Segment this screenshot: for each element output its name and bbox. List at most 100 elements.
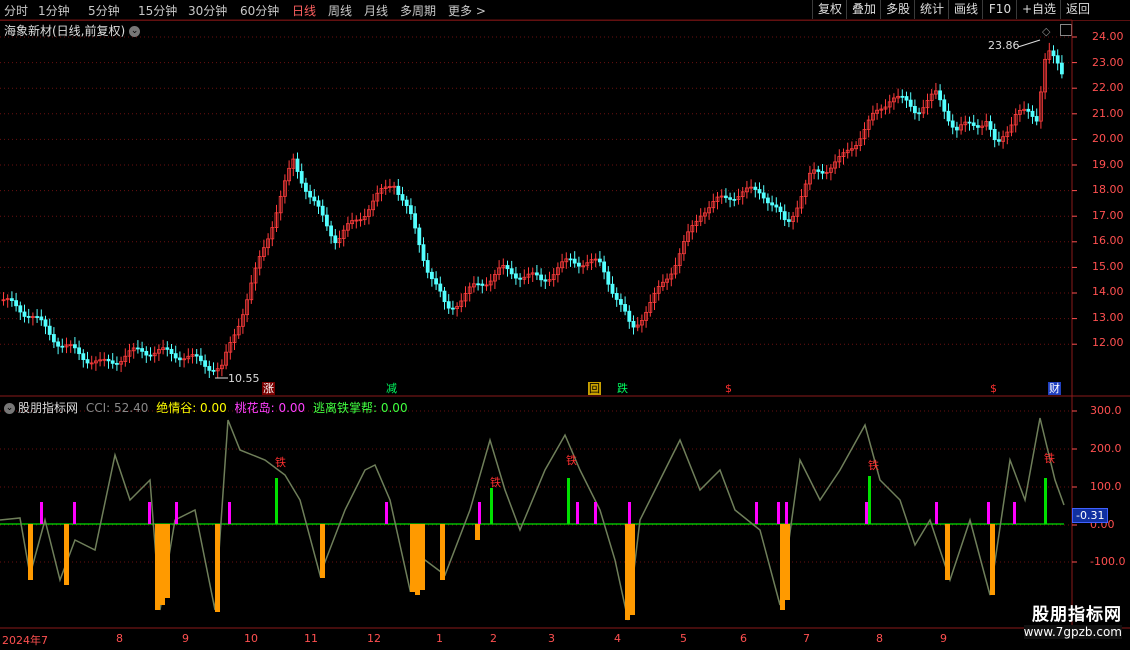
time-tick: 2: [490, 632, 497, 645]
time-tick: 2024年7: [2, 634, 48, 647]
iron-marker: 铁: [566, 454, 577, 467]
taohuadao-bar: [628, 502, 631, 524]
candle-body: [946, 110, 951, 122]
candle-body: [177, 357, 182, 361]
negative-bar: [945, 524, 950, 580]
taohuadao-bar: [785, 502, 788, 524]
candle-body: [56, 341, 60, 347]
current-cci-badge: -0.31: [1072, 508, 1109, 523]
candle-body: [434, 278, 439, 285]
high-price-label: 23.86: [988, 39, 1020, 52]
signal-marker: 回: [588, 382, 601, 395]
candle-body: [1034, 116, 1039, 122]
candle-body: [753, 186, 758, 190]
candle-body: [950, 120, 955, 128]
indicator-tick: 300.0: [1090, 404, 1122, 417]
candle-body: [476, 283, 481, 286]
candle-body: [165, 347, 170, 350]
taoli-bar: [567, 478, 570, 524]
price-tick: 23.00: [1092, 56, 1124, 69]
indicator-name[interactable]: 股朋指标网: [18, 401, 78, 415]
candle-body: [85, 359, 90, 364]
taohuadao-bar: [987, 502, 990, 524]
candle-body: [324, 214, 329, 227]
candle-body: [518, 277, 522, 280]
candle-body: [169, 348, 174, 355]
signal-marker: 涨: [262, 382, 275, 395]
iron-marker: 铁: [1044, 452, 1055, 465]
taohuadao-bar: [594, 502, 597, 524]
candle-body: [535, 272, 539, 276]
taohuadao-bar: [755, 502, 758, 524]
candle-body: [207, 366, 212, 371]
time-tick: 6: [740, 632, 747, 645]
candle-body: [988, 121, 993, 130]
candle-body: [761, 192, 766, 199]
taoli-bar: [490, 488, 493, 524]
low-price-label: 10.55: [228, 372, 260, 385]
negative-bar: [440, 524, 445, 580]
candle-body: [480, 283, 485, 286]
negative-bar: [64, 524, 69, 585]
candle-body: [22, 311, 27, 317]
time-tick: 5: [680, 632, 687, 645]
candle-body: [631, 320, 636, 328]
negative-bar: [28, 524, 33, 580]
time-tick: 8: [876, 632, 883, 645]
candle-body: [572, 258, 577, 264]
negative-bar: [475, 524, 480, 540]
candle-body: [312, 196, 317, 202]
signal-marker: $: [990, 382, 997, 395]
negative-bar: [165, 524, 170, 598]
indicator-header: ⌄ 股朋指标网 CCI: 52.40 绝情谷: 0.00 桃花岛: 0.00 逃离…: [4, 399, 408, 416]
candle-body: [938, 90, 942, 101]
candle-body: [396, 185, 401, 195]
candle-body: [35, 316, 39, 318]
candle-body: [446, 301, 451, 309]
candle-body: [976, 125, 980, 128]
candle-body: [106, 358, 111, 362]
price-tick: 20.00: [1092, 132, 1124, 145]
candle-body: [766, 197, 770, 204]
price-tick: 21.00: [1092, 107, 1124, 120]
candle-body: [295, 158, 300, 172]
price-tick: 19.00: [1092, 158, 1124, 171]
candle-body: [602, 261, 606, 273]
candle-body: [971, 122, 976, 126]
chevron-down-icon[interactable]: ⌄: [4, 403, 15, 414]
candle-body: [614, 293, 619, 300]
candle-body: [908, 99, 913, 107]
taohuadao-bar: [1013, 502, 1016, 524]
candle-body: [778, 206, 783, 213]
candle-body: [211, 369, 216, 372]
time-tick: 1: [436, 632, 443, 645]
candle-body: [148, 354, 153, 357]
candle-body: [782, 211, 787, 221]
candle-body: [623, 304, 627, 312]
candle-body: [60, 345, 65, 348]
cci-value: CCI: 52.40: [85, 401, 149, 415]
candle-body: [404, 199, 409, 207]
signal-marker: 跌: [617, 382, 628, 395]
indicator-tick: 200.0: [1090, 442, 1122, 455]
candle-body: [505, 265, 510, 270]
candle-body: [329, 225, 334, 237]
negative-bar: [415, 524, 420, 595]
iron-marker: 铁: [868, 459, 879, 472]
juequgu-value: 绝情谷: 0.00: [156, 401, 227, 415]
time-tick: 8: [116, 632, 123, 645]
negative-bar: [215, 524, 220, 612]
candle-body: [904, 96, 909, 101]
signal-marker: $: [725, 382, 732, 395]
watermark-url: www.7gpzb.com: [1023, 625, 1122, 639]
taohuadao-bar: [175, 502, 178, 524]
candle-body: [816, 169, 821, 172]
stock-chart[interactable]: [0, 0, 1130, 650]
candle-body: [627, 310, 632, 322]
price-tick: 17.00: [1092, 209, 1124, 222]
taoli-bar: [275, 478, 278, 524]
candle-body: [115, 362, 119, 365]
candle-body: [39, 316, 44, 321]
candle-body: [917, 112, 921, 115]
candle-body: [543, 279, 548, 282]
